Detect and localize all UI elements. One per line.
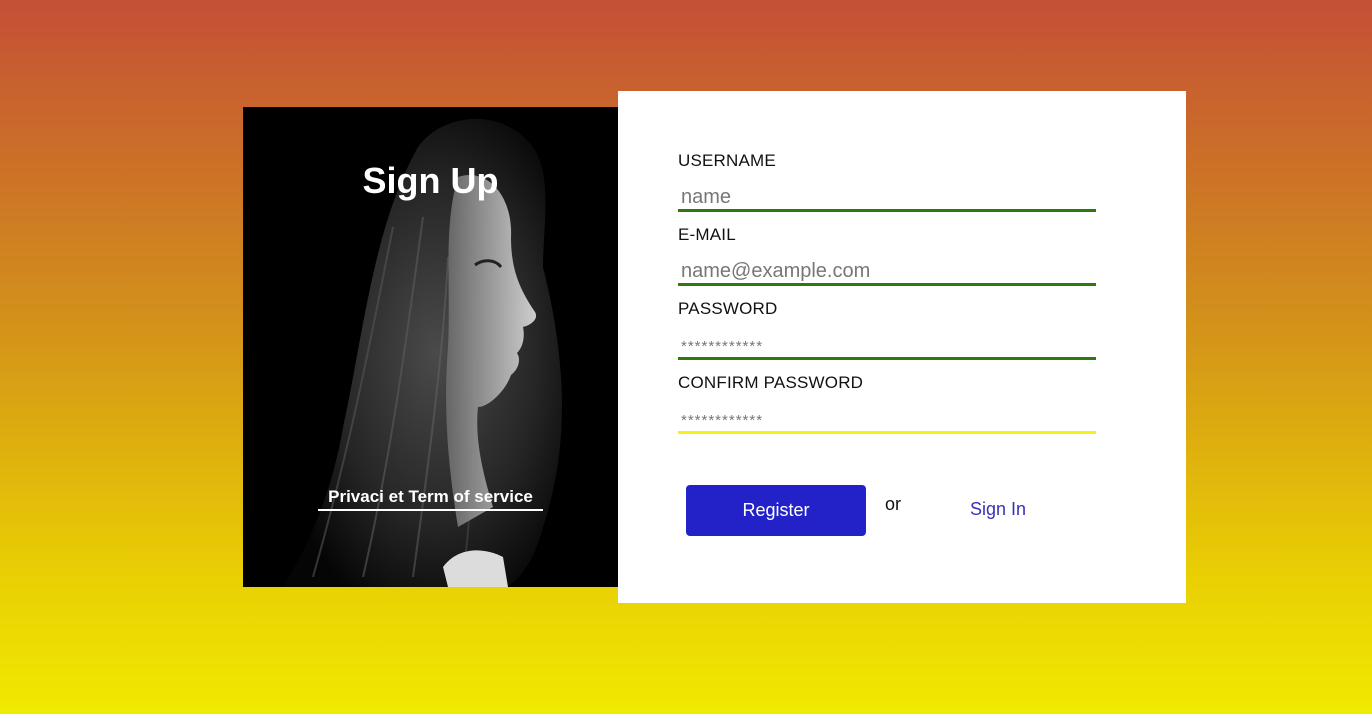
username-label: USERNAME <box>678 151 776 170</box>
confirm-password-underline <box>678 431 1096 434</box>
register-button[interactable]: Register <box>686 485 866 536</box>
or-separator: or <box>885 494 902 514</box>
email-label: E-MAIL <box>678 225 736 244</box>
hero-image-panel: Sign Up Privaci et Term of service <box>243 107 618 587</box>
username-underline <box>678 209 1096 212</box>
email-underline <box>678 283 1096 286</box>
sign-up-title: Sign Up <box>362 160 499 201</box>
signup-form-card: USERNAME E-MAIL PASSWORD CONFIRM PASSWOR… <box>618 91 1186 603</box>
terms-link[interactable]: Privaci et Term of service <box>318 487 543 511</box>
password-label: PASSWORD <box>678 299 778 318</box>
confirm-password-label: CONFIRM PASSWORD <box>678 373 864 392</box>
password-underline <box>678 357 1096 360</box>
sign-in-link[interactable]: Sign In <box>970 499 1026 520</box>
